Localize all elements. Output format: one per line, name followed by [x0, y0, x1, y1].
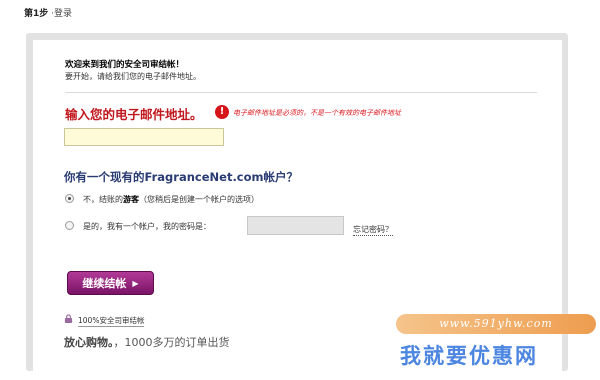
step-number: 第1步 [24, 9, 49, 19]
continue-button-label: 继续结帐 [82, 277, 127, 290]
step-header: 第1步 ·登录 [24, 6, 72, 19]
forgot-password-link[interactable]: 忘记密码？ [353, 224, 393, 236]
lock-icon [64, 314, 73, 323]
guest-option-bold: 游客 [123, 195, 139, 204]
member-radio[interactable] [65, 221, 74, 230]
step-name: ·登录 [51, 9, 73, 19]
watermark-url: www.591yhw.com [396, 314, 596, 334]
email-label: 输入您的电子邮件地址。 [65, 107, 203, 122]
shop-bold: 放心购物。 [64, 336, 114, 349]
continue-checkout-button[interactable]: 继续结帐 ▶ [67, 271, 154, 295]
guest-option-suffix: （您稍后是创建一个帐户的选项） [139, 195, 259, 204]
guest-option-prefix: 不，结账的 [83, 195, 123, 204]
shop-rest: ，1000多万的订单出货 [113, 336, 230, 349]
account-question: 你有一个现有的FragranceNet.com帐户？ [64, 170, 299, 184]
guest-option-label[interactable]: 不，结账的游客（您稍后是创建一个帐户的选项） [83, 194, 259, 205]
password-field[interactable] [247, 216, 344, 235]
welcome-subtitle: 要开始，请给我们您的电子邮件地址。 [65, 72, 201, 81]
email-field[interactable] [64, 128, 224, 146]
secure-checkout-text: 100%安全司审结帐 [78, 316, 145, 327]
guest-radio[interactable] [65, 194, 74, 203]
shop-confidence-line: 放心购物。，1000多万的订单出货 [64, 334, 230, 350]
email-error-message: 电子邮件地址是必须的，不是一个有效的电子邮件地址 [233, 109, 401, 117]
watermark-name: 我就要优惠网 [400, 344, 538, 368]
error-icon: ! [215, 105, 229, 119]
welcome-title: 欢迎来到我们的安全司审结帐！ [65, 60, 185, 70]
arrow-right-icon: ▶ [132, 278, 139, 288]
member-option-label[interactable]: 是的，我有一个帐户，我的密码是： [83, 221, 211, 232]
step-name-text: 登录 [54, 9, 73, 19]
divider [65, 92, 537, 93]
